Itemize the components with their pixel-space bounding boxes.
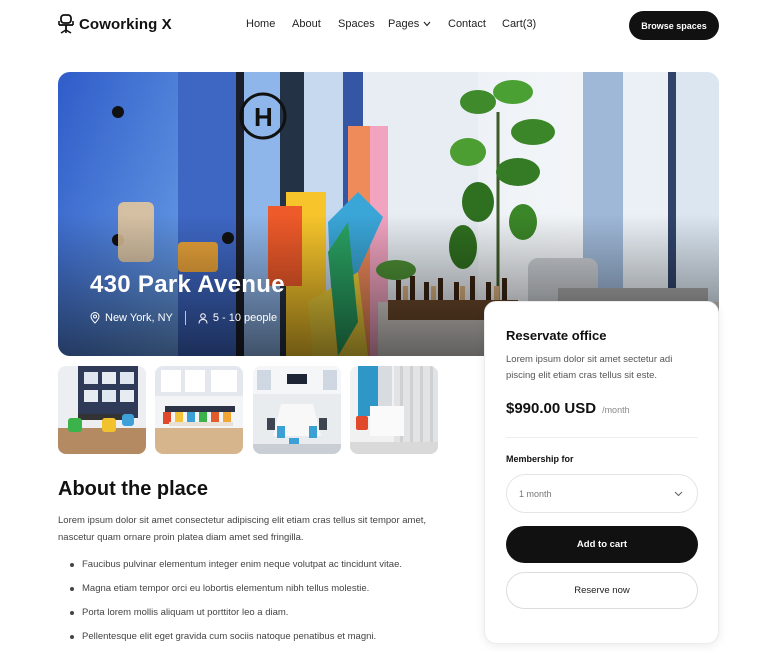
nav-cart[interactable]: Cart(3) — [502, 18, 536, 30]
add-to-cart-button[interactable]: Add to cart — [506, 526, 698, 563]
divider — [506, 437, 698, 438]
meta-divider — [184, 311, 186, 325]
price: $990.00 USD /month — [506, 400, 630, 417]
list-item: Magna etiam tempor orci eu lobortis elem… — [70, 582, 402, 606]
list-item: Porta lorem mollis aliquam ut porttitor … — [70, 606, 402, 630]
nav-spaces[interactable]: Spaces — [338, 18, 375, 30]
gallery-thumbnail-3[interactable] — [253, 366, 341, 454]
membership-label: Membership for — [506, 454, 574, 464]
nav-about[interactable]: About — [292, 18, 321, 30]
about-description: Lorem ipsum dolor sit amet consectetur a… — [58, 515, 427, 543]
brand-logo[interactable]: Coworking X — [58, 14, 172, 34]
gallery-thumbnail-1[interactable] — [58, 366, 146, 454]
brand-name: Coworking X — [79, 15, 172, 33]
nav-pages-label: Pages — [388, 18, 420, 30]
thumbnail-photo — [253, 366, 341, 454]
browse-spaces-button[interactable]: Browse spaces — [629, 11, 719, 40]
person-icon — [198, 312, 208, 324]
feature-list: Faucibus pulvinar elementum integer enim… — [70, 558, 402, 654]
price-period: /month — [602, 405, 630, 415]
listing-meta: New York, NY 5 - 10 people — [90, 311, 277, 325]
chevron-down-icon — [423, 21, 431, 27]
location-text: New York, NY — [105, 312, 173, 324]
thumbnail-photo — [350, 366, 438, 454]
price-value: $990.00 USD — [506, 400, 597, 417]
capacity: 5 - 10 people — [198, 312, 277, 324]
gallery-thumbnail-2[interactable] — [155, 366, 243, 454]
location-pin-icon — [90, 312, 100, 324]
nav-pages[interactable]: Pages — [388, 18, 431, 30]
about-title: About the place — [58, 478, 209, 500]
listing-title: 430 Park Avenue — [90, 271, 285, 298]
membership-selected-value: 1 month — [519, 488, 552, 499]
reserve-now-button[interactable]: Reserve now — [506, 572, 698, 609]
card-description: Lorem ipsum dolor sit amet sectetur adi … — [506, 354, 673, 381]
nav-contact[interactable]: Contact — [448, 18, 486, 30]
chevron-down-icon — [674, 491, 683, 496]
thumbnail-photo — [58, 366, 146, 454]
thumbnail-photo — [155, 366, 243, 454]
location: New York, NY — [90, 312, 173, 324]
site-header: Coworking X Home About Spaces Pages Cont… — [0, 0, 776, 52]
gallery-thumbnail-4[interactable] — [350, 366, 438, 454]
nav-home[interactable]: Home — [246, 18, 275, 30]
capacity-text: 5 - 10 people — [212, 312, 278, 324]
office-chair-icon — [58, 14, 74, 34]
reservation-card: Reservate office Lorem ipsum dolor sit a… — [484, 301, 719, 644]
card-title: Reservate office — [506, 328, 607, 343]
list-item: Pellentesque elit eget gravida cum socii… — [70, 630, 402, 654]
list-item: Faucibus pulvinar elementum integer enim… — [70, 558, 402, 582]
membership-select[interactable]: 1 month — [506, 474, 698, 513]
